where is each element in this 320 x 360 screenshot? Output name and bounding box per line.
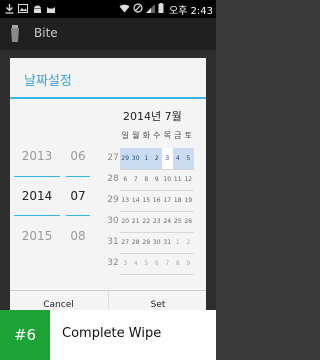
action-bar: Bite	[0, 18, 216, 50]
no-sim-icon	[133, 3, 143, 16]
calendar-month-title: 2014년 7월	[123, 110, 182, 123]
calendar-day[interactable]: 10	[162, 169, 173, 190]
calendar-day[interactable]: 26	[183, 211, 194, 232]
signal-icon	[145, 3, 155, 16]
calendar-day[interactable]: 19	[183, 190, 194, 211]
app-title: Bite	[34, 26, 58, 40]
week-number: 29	[107, 195, 119, 205]
calendar-day[interactable]: 31	[162, 232, 173, 253]
calendar-day[interactable]: 25	[173, 211, 184, 232]
month-prev[interactable]: 06	[66, 136, 90, 176]
calendar-day[interactable]: 30	[130, 148, 141, 169]
calendar-week-row: 32 3 4 5 6 7 8 9	[96, 253, 206, 274]
rank-badge: #6	[0, 310, 50, 360]
calendar-day[interactable]: 6	[120, 169, 131, 190]
dialog-title: 날짜설정	[24, 74, 72, 89]
calendar-day[interactable]: 7	[131, 169, 142, 190]
week-number: 28	[107, 174, 119, 184]
android-icon	[32, 3, 42, 14]
month-picker[interactable]: 06 07 08	[66, 136, 90, 256]
calendar-day[interactable]: 18	[173, 190, 184, 211]
calendar-day[interactable]: 15	[141, 190, 152, 211]
calendar-day[interactable]: 3	[120, 253, 131, 274]
app-rank-banner: #6 Complete Wipe	[0, 310, 216, 360]
month-next[interactable]: 08	[66, 216, 90, 256]
calendar-day[interactable]: 29	[141, 232, 152, 253]
calendar-day[interactable]: 21	[131, 211, 142, 232]
calendar-day[interactable]: 20	[120, 211, 131, 232]
status-bar: 오후 2:43	[0, 0, 216, 18]
calendar-week-row: 28 6 7 8 9 10 11 12	[96, 169, 206, 190]
calendar-day[interactable]: 1	[141, 148, 152, 169]
calendar-day[interactable]: 9	[183, 253, 194, 274]
week-number: 31	[107, 237, 119, 247]
calendar-day[interactable]: 23	[152, 211, 163, 232]
app-icon[interactable]	[10, 25, 20, 42]
calendar-week-row: 30 20 21 22 23 24 25 26	[96, 211, 206, 232]
month-picker-top-line	[66, 176, 90, 177]
year-prev[interactable]: 2013	[14, 136, 60, 176]
calendar-day[interactable]: 11	[173, 169, 184, 190]
calendar-week-row: 27 29 30 1 2 3 4 5	[96, 148, 206, 169]
year-picker-top-line	[14, 176, 60, 177]
calendar-day[interactable]: 9	[152, 169, 163, 190]
calendar-day[interactable]: 16	[152, 190, 163, 211]
download-icon	[4, 3, 14, 14]
calendar-day[interactable]: 8	[141, 169, 152, 190]
week-divider	[120, 274, 194, 275]
calendar-day[interactable]: 14	[131, 190, 142, 211]
calendar-day[interactable]: 3	[162, 148, 173, 169]
weekday-label: 토	[184, 131, 192, 140]
calendar-day[interactable]: 1	[173, 232, 184, 253]
image-icon	[18, 3, 28, 14]
calendar-day[interactable]: 24	[162, 211, 173, 232]
calendar-day[interactable]: 5	[183, 148, 194, 169]
calendar-day[interactable]: 2	[183, 232, 194, 253]
weekday-label: 화	[142, 131, 150, 140]
calendar-day[interactable]: 28	[131, 232, 142, 253]
week-number: 27	[107, 153, 119, 163]
weekday-label: 수	[153, 131, 161, 140]
calendar-day[interactable]: 4	[172, 148, 183, 169]
calendar-day[interactable]: 5	[141, 253, 152, 274]
battery-icon	[158, 3, 164, 16]
calendar-day[interactable]: 30	[152, 232, 163, 253]
calendar-day[interactable]: 12	[183, 169, 194, 190]
calendar-day[interactable]: 4	[131, 253, 142, 274]
calendar-day[interactable]: 27	[120, 232, 131, 253]
cat-icon	[46, 3, 56, 14]
month-selected[interactable]: 07	[66, 176, 90, 216]
month-picker-bottom-line	[66, 215, 90, 216]
calendar-day[interactable]: 13	[120, 190, 131, 211]
wifi-icon	[119, 4, 130, 16]
year-next[interactable]: 2015	[14, 216, 60, 256]
calendar-week-row: 29 13 14 15 16 17 18 19	[96, 190, 206, 211]
weekday-label: 일	[121, 131, 129, 140]
calendar-day[interactable]: 8	[173, 253, 184, 274]
calendar-day[interactable]: 2	[151, 148, 162, 169]
weekday-label: 목	[163, 131, 171, 140]
calendar-day[interactable]: 22	[141, 211, 152, 232]
year-picker[interactable]: 2013 2014 2015	[14, 136, 60, 256]
calendar-day[interactable]: 6	[152, 253, 163, 274]
date-dialog: 날짜설정 2013 2014 2015 06 07 08 2014년 7월 일 …	[10, 58, 206, 318]
week-number: 30	[107, 216, 119, 226]
calendar-day[interactable]: 17	[162, 190, 173, 211]
dialog-title-divider	[10, 97, 206, 99]
year-picker-bottom-line	[14, 215, 60, 216]
year-selected[interactable]: 2014	[14, 176, 60, 216]
calendar-week-row: 31 27 28 29 30 31 1 2	[96, 232, 206, 253]
calendar-day[interactable]: 7	[162, 253, 173, 274]
app-name: Complete Wipe	[62, 326, 162, 341]
calendar-day[interactable]: 29	[120, 148, 131, 169]
week-number: 32	[107, 258, 119, 268]
weekday-label: 월	[132, 131, 140, 140]
weekday-header: 일 월 화 수 목 금 토	[120, 130, 194, 141]
status-time: 오후 2:43	[168, 6, 213, 17]
weekday-label: 금	[174, 131, 182, 140]
